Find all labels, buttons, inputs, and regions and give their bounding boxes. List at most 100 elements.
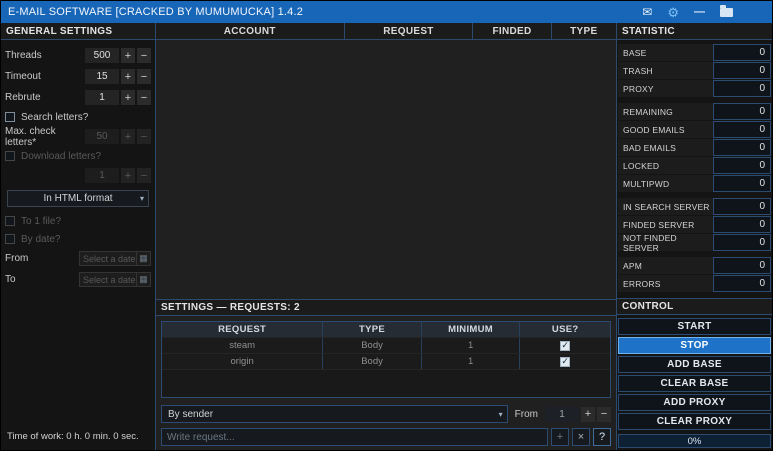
download-letters-label: Download letters? [21, 151, 151, 162]
search-letters-checkbox[interactable] [5, 112, 15, 122]
column-header-request[interactable]: REQUEST [345, 23, 474, 39]
stat-value: 0 [713, 198, 771, 215]
use-checkbox[interactable] [560, 341, 570, 351]
add-request-button[interactable]: + [551, 428, 569, 446]
stat-row: NOT FINDED SERVER 0 [618, 234, 771, 251]
titlebar: E-MAIL SOFTWARE [CRACKED BY MUMUMUCKA] 1… [1, 1, 772, 23]
clear-proxy-button[interactable]: CLEAR PROXY [618, 413, 771, 430]
request-row-steam[interactable]: steam Body 1 [162, 337, 610, 353]
requests-table-empty[interactable] [162, 369, 610, 397]
timeout-increase-button[interactable]: + [121, 69, 135, 84]
stat-label: NOT FINDED SERVER [618, 234, 713, 251]
column-header-type[interactable]: TYPE [552, 23, 616, 39]
download-count-value: 1 [85, 168, 119, 183]
rebrute-decrease-button[interactable]: − [137, 90, 151, 105]
stat-row: APM 0 [618, 257, 771, 274]
format-dropdown[interactable]: In HTML format ▾ [7, 190, 149, 207]
stat-value: 0 [713, 157, 771, 174]
add-base-button[interactable]: ADD BASE [618, 356, 771, 373]
by-date-row: By date? [5, 232, 151, 246]
stat-value: 0 [713, 257, 771, 274]
from-value[interactable]: 1 [545, 407, 579, 422]
from-increase-button[interactable]: + [581, 407, 595, 422]
stat-row: BAD EMAILS 0 [618, 139, 771, 156]
req-column-use[interactable]: USE? [520, 322, 610, 337]
calendar-icon: ▦ [136, 252, 150, 265]
start-button[interactable]: START [618, 318, 771, 335]
threads-row: Threads 500 + − [5, 47, 151, 64]
request-type: Body [323, 338, 422, 353]
general-settings-body: Threads 500 + − Timeout 15 + − [1, 40, 155, 450]
column-header-finded[interactable]: FINDED [473, 23, 551, 39]
stat-row: GOOD EMAILS 0 [618, 121, 771, 138]
stat-label: IN SEARCH SERVER [618, 198, 713, 215]
stop-button[interactable]: STOP [618, 337, 771, 354]
stat-value: 0 [713, 44, 771, 61]
stat-row: MULTIPWD 0 [618, 175, 771, 192]
minimize-icon[interactable]: — [694, 7, 705, 18]
req-column-request[interactable]: REQUEST [162, 322, 323, 337]
control-buttons: START STOP ADD BASE CLEAR BASE ADD PROXY… [617, 315, 772, 450]
max-check-letters-stepper: 50 + − [85, 129, 151, 144]
sender-dropdown[interactable]: By sender ▾ [161, 405, 508, 423]
to-one-file-label: To 1 file? [21, 216, 151, 227]
req-column-minimum[interactable]: MINIMUM [422, 322, 521, 337]
download-letters-row: Download letters? [5, 149, 151, 163]
requests-table: REQUEST TYPE MINIMUM USE? steam Body 1 [161, 321, 611, 398]
threads-increase-button[interactable]: + [121, 48, 135, 63]
results-table-body[interactable] [156, 40, 616, 299]
stat-row: PROXY 0 [618, 80, 771, 97]
chevron-down-icon: ▾ [140, 194, 144, 203]
stat-label: PROXY [618, 80, 713, 97]
date-to-placeholder: Select a date [83, 275, 136, 285]
threads-value[interactable]: 500 [85, 48, 119, 63]
request-input[interactable] [161, 428, 548, 446]
threads-stepper: 500 + − [85, 48, 151, 63]
date-from-placeholder: Select a date [83, 254, 136, 264]
date-to-label: To [5, 274, 79, 285]
add-proxy-button[interactable]: ADD PROXY [618, 394, 771, 411]
rebrute-stepper: 1 + − [85, 90, 151, 105]
rebrute-value[interactable]: 1 [85, 90, 119, 105]
folder-icon[interactable] [720, 6, 733, 18]
timeout-decrease-button[interactable]: − [137, 69, 151, 84]
download-letters-checkbox [5, 151, 15, 161]
download-count-row: 1 + − [5, 167, 151, 184]
to-one-file-checkbox [5, 216, 15, 226]
remove-request-button[interactable]: × [572, 428, 590, 446]
request-use-cell [520, 338, 610, 353]
request-minimum: 1 [422, 354, 521, 369]
request-row-origin[interactable]: origin Body 1 [162, 353, 610, 369]
column-header-account[interactable]: ACCOUNT [156, 23, 345, 39]
from-decrease-button[interactable]: − [597, 407, 611, 422]
center-panel: ACCOUNT REQUEST FINDED TYPE SETTINGS — R… [156, 23, 616, 450]
settings-gear-icon[interactable]: ⚙ [667, 6, 679, 19]
date-to-row: To Select a date ▦ [5, 271, 151, 288]
stat-row: TRASH 0 [618, 62, 771, 79]
help-button[interactable]: ? [593, 428, 611, 446]
app-window: E-MAIL SOFTWARE [CRACKED BY MUMUMUCKA] 1… [0, 0, 773, 451]
timeout-row: Timeout 15 + − [5, 68, 151, 85]
req-column-type[interactable]: TYPE [323, 322, 422, 337]
max-check-letters-increase-button: + [121, 129, 135, 144]
stat-group-server: IN SEARCH SERVER 0 FINDED SERVER 0 NOT F… [618, 198, 771, 251]
clear-base-button[interactable]: CLEAR BASE [618, 375, 771, 392]
stat-row: LOCKED 0 [618, 157, 771, 174]
main-area: GENERAL SETTINGS Threads 500 + − Timeout… [1, 23, 772, 450]
time-of-work-label: Time of work: 0 h. 0 min. 0 sec. [5, 428, 151, 446]
timeout-value[interactable]: 15 [85, 69, 119, 84]
stat-label: REMAINING [618, 103, 713, 120]
stat-value: 0 [713, 80, 771, 97]
request-input-row: + × ? [161, 428, 611, 446]
download-count-decrease-button: − [137, 168, 151, 183]
threads-decrease-button[interactable]: − [137, 48, 151, 63]
rebrute-increase-button[interactable]: + [121, 90, 135, 105]
from-stepper: 1 + − [545, 407, 611, 422]
date-from-label: From [5, 253, 79, 264]
stat-row: REMAINING 0 [618, 103, 771, 120]
control-header: CONTROL [617, 298, 772, 315]
use-checkbox[interactable] [560, 357, 570, 367]
send-mail-icon[interactable]: ✉ [642, 6, 652, 18]
timeout-stepper: 15 + − [85, 69, 151, 84]
stat-row: ERRORS 0 [618, 275, 771, 292]
